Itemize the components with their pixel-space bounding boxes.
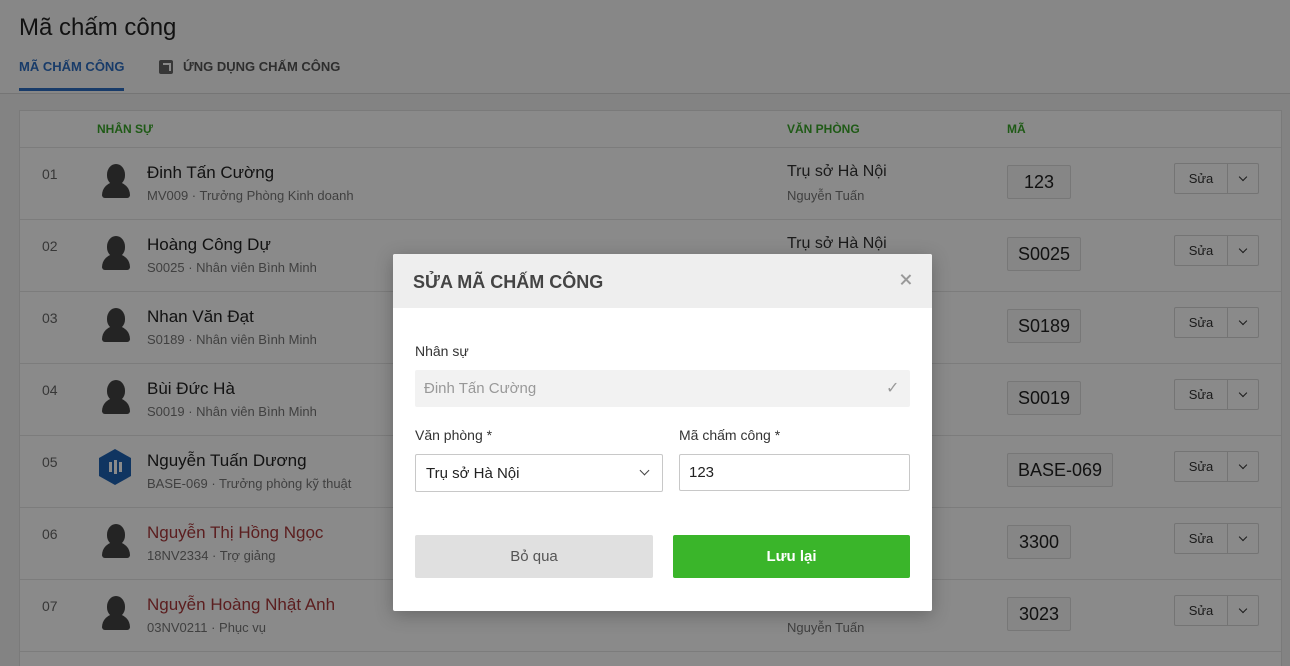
modal-title: SỬA MÃ CHẤM CÔNG xyxy=(413,272,604,292)
edit-code-modal: SỬA MÃ CHẤM CÔNG Nhân sự Đinh Tấn Cường … xyxy=(393,254,932,611)
office-label: Văn phòng * xyxy=(415,427,493,443)
employee-value: Đinh Tấn Cường xyxy=(424,380,537,397)
employee-label: Nhân sự xyxy=(415,343,469,359)
code-label: Mã chấm công * xyxy=(679,427,781,443)
cancel-button[interactable]: Bỏ qua xyxy=(415,535,653,578)
modal-header: SỬA MÃ CHẤM CÔNG xyxy=(393,254,932,308)
save-button[interactable]: Lưu lại xyxy=(673,535,910,578)
check-icon: ✓ xyxy=(886,380,900,397)
office-select-value: Trụ sở Hà Nội xyxy=(426,465,520,482)
office-select[interactable]: Trụ sở Hà Nội xyxy=(415,454,663,492)
code-input[interactable] xyxy=(679,454,910,491)
employee-field: Đinh Tấn Cường ✓ xyxy=(415,370,910,407)
chevron-down-icon xyxy=(639,465,650,476)
close-icon[interactable] xyxy=(896,270,916,290)
